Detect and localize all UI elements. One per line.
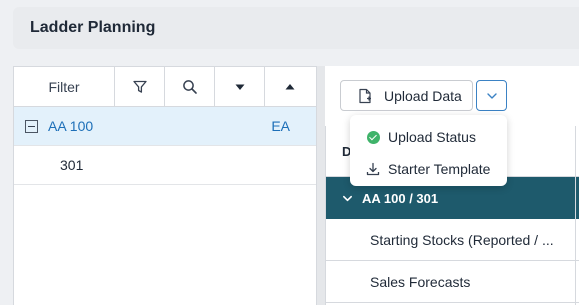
- filter-button[interactable]: Filter: [14, 67, 115, 106]
- caret-up-icon: [285, 83, 295, 89]
- hierarchy-toolbar: Filter: [14, 67, 316, 107]
- hierarchy-panel: Filter AA 100 EA 301: [13, 66, 317, 305]
- document-upload-icon: [358, 88, 372, 104]
- panel-splitter[interactable]: [317, 66, 325, 305]
- collapse-all-button[interactable]: [265, 67, 315, 106]
- page-header: Ladder Planning: [13, 7, 579, 49]
- tree-node-aa-100[interactable]: AA 100 EA: [14, 107, 316, 146]
- grid-row-label: Sales Forecasts: [370, 273, 471, 290]
- tree-node-301[interactable]: 301: [14, 146, 316, 185]
- tree-node-code: EA: [271, 118, 290, 134]
- search-icon: [182, 79, 197, 94]
- grid-row-starting-stocks[interactable]: Starting Stocks (Reported / ...: [326, 219, 579, 261]
- upload-data-button[interactable]: Upload Data: [340, 80, 473, 111]
- chevron-down-icon[interactable]: [342, 193, 353, 204]
- app-page: Ladder Planning Filter AA 100 EA 301 Upl…: [0, 0, 579, 305]
- grid-column-divider: [575, 126, 576, 305]
- chevron-down-icon: [486, 92, 497, 99]
- funnel-icon: [132, 80, 147, 93]
- funnel-filter-button[interactable]: [115, 67, 165, 106]
- expand-all-button[interactable]: [215, 67, 265, 106]
- menu-item-label: Upload Status: [388, 129, 476, 145]
- caret-down-icon: [235, 84, 244, 90]
- upload-options-menu: Upload Status Starter Template: [350, 115, 507, 186]
- menu-item-upload-status[interactable]: Upload Status: [350, 121, 507, 153]
- upload-data-label: Upload Data: [384, 87, 462, 104]
- menu-item-label: Starter Template: [388, 161, 491, 177]
- tree-node-label: 301: [60, 157, 84, 173]
- menu-item-starter-template[interactable]: Starter Template: [350, 153, 507, 185]
- upload-options-toggle[interactable]: [476, 80, 507, 111]
- grid-group-label: AA 100 / 301: [362, 190, 439, 206]
- page-title: Ladder Planning: [30, 19, 156, 36]
- grid-row-sales-forecasts[interactable]: Sales Forecasts: [326, 261, 579, 303]
- check-circle-icon: [366, 130, 380, 144]
- download-icon: [366, 162, 380, 176]
- search-button[interactable]: [165, 67, 215, 106]
- grid-row-label: Starting Stocks (Reported / ...: [370, 231, 554, 248]
- collapse-toggle-icon[interactable]: [25, 119, 38, 133]
- tree-node-label: AA 100: [48, 118, 94, 134]
